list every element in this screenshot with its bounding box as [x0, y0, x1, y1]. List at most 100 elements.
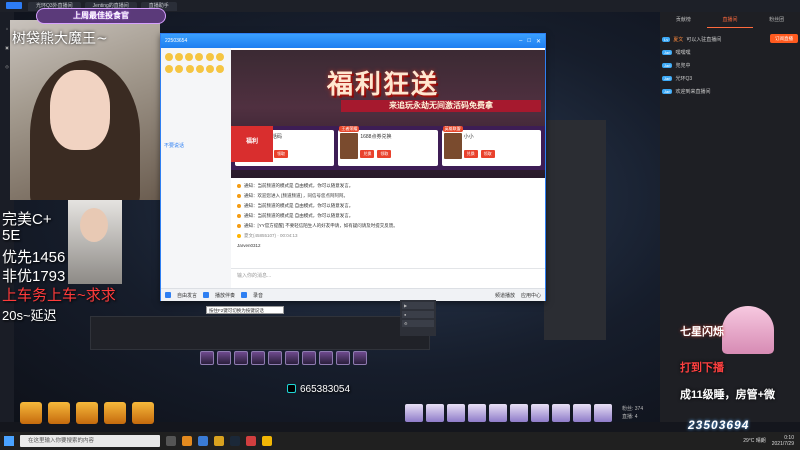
overlay-line: 优先1456	[2, 249, 66, 266]
message-list: 通知：当前频道的模式是 自由模式，你可以随意发言。 通知：欢迎您进入 [频道频道…	[231, 180, 545, 264]
skill-icon	[268, 351, 282, 365]
claim-button[interactable]: 领取	[274, 150, 288, 158]
gift-icon[interactable]	[594, 404, 612, 422]
message-input[interactable]: 输入你的消息...	[231, 268, 545, 288]
gift-icon[interactable]	[489, 404, 507, 422]
bottom-activity-icons	[20, 402, 154, 424]
window-title-id: 22503654	[165, 38, 188, 44]
obs-controls: ▶ ● ⚙	[400, 300, 436, 336]
gift-icon[interactable]	[468, 404, 486, 422]
sidebar-tabs: 贡献榜 直播间 粉丝团	[660, 12, 800, 28]
redeem-button[interactable]: 兑换	[463, 150, 478, 158]
obs-control-button[interactable]: ▶	[402, 302, 434, 309]
promo-banner[interactable]: 福利狂送 来追玩永劫无间激活码免费拿 永劫无间 永劫激活码 兑换领取 王者荣耀 …	[231, 50, 545, 178]
redeem-button[interactable]: 兑换	[360, 150, 375, 158]
skill-icon	[336, 351, 350, 365]
taskbar-app-icon[interactable]	[182, 436, 192, 446]
level-badge: Jarl	[662, 63, 673, 68]
promo-left-tag[interactable]: 福利	[231, 126, 273, 162]
app-logo	[4, 1, 24, 11]
gift-icon[interactable]	[405, 404, 423, 422]
user-name[interactable]: 夏文	[673, 36, 683, 43]
chat-message: Lv 夏文 可以入驻直播间	[662, 36, 798, 43]
gift-icon[interactable]	[552, 404, 570, 422]
emoji-icon[interactable]	[185, 53, 193, 61]
chat-text: 可以入驻直播间	[686, 37, 722, 43]
maximize-icon[interactable]: □	[527, 38, 531, 45]
emoji-icon[interactable]	[175, 65, 183, 73]
claim-button[interactable]: 领取	[377, 150, 392, 158]
emoji-icon[interactable]	[186, 65, 195, 73]
card-thumbnail	[443, 133, 462, 159]
message-item: 通知：当前频道的模式是 自由模式，你可以随意发言。	[237, 183, 539, 189]
record-icon[interactable]	[241, 292, 248, 298]
card-tag: 英雄联盟	[442, 126, 463, 132]
minimize-icon[interactable]: –	[519, 38, 522, 45]
window-titlebar: 22503654 – □ ✕	[161, 34, 545, 48]
taskbar-app-icon[interactable]	[198, 436, 208, 446]
record-button[interactable]: 录音	[253, 292, 263, 299]
emoji-icon[interactable]	[216, 53, 225, 61]
emoji-icon[interactable]	[196, 65, 205, 73]
top-banner: 上周最佳投食官	[36, 8, 166, 24]
taskbar-app-icon[interactable]	[246, 436, 256, 446]
gift-icon[interactable]	[447, 404, 465, 422]
chat-window: 22503654 – □ ✕ 不要说话 福利狂送 来追玩永劫无间激活码免费拿 永…	[160, 33, 546, 301]
emoji-icon[interactable]	[216, 65, 225, 73]
face-shape	[80, 208, 108, 242]
free-speak-button[interactable]: 自由发言	[177, 292, 197, 299]
message-item: Jarven0312	[237, 243, 539, 248]
activity-icon[interactable]	[104, 402, 126, 424]
taskbar-app-icon[interactable]	[214, 436, 224, 446]
windows-start-icon[interactable]	[4, 436, 14, 446]
taskbar-app-icon[interactable]	[230, 436, 240, 446]
chat-message: Jarl 欢迎到来直播间	[662, 88, 798, 95]
emoji-icon[interactable]	[165, 65, 173, 73]
message-text: 通知：欢迎您进入 [频道频道] ，同信号您点阿阿阿。	[244, 193, 348, 198]
taskbar-app-icon[interactable]	[262, 436, 272, 446]
obs-control-button[interactable]: ⚙	[402, 320, 434, 327]
activity-icon[interactable]	[20, 402, 42, 424]
accompany-button[interactable]: 播放伴奏	[215, 292, 235, 299]
gift-icon[interactable]	[531, 404, 549, 422]
promo-subtitle: 来追玩永劫无间激活码免费拿	[341, 100, 541, 112]
room-id: 665383054	[300, 384, 351, 395]
voice-icon[interactable]	[165, 292, 171, 298]
emoji-icon[interactable]	[195, 53, 203, 61]
activity-icon[interactable]	[132, 402, 154, 424]
music-icon[interactable]	[203, 292, 210, 298]
close-icon[interactable]: ✕	[536, 38, 541, 45]
emoji-icon[interactable]	[206, 65, 215, 73]
promo-card[interactable]: 英雄联盟 小小 兑换 领取	[441, 126, 541, 166]
obs-control-button[interactable]: ●	[402, 311, 434, 318]
room-stats: 粉丝: 374 直播: 4	[622, 405, 643, 421]
tab-live[interactable]: 直播间	[706, 12, 754, 28]
tab-contribution[interactable]: 贡献榜	[660, 12, 707, 28]
skill-icon	[285, 351, 299, 365]
emoji-icon[interactable]	[206, 53, 215, 61]
clock[interactable]: 0:10 2021/7/29	[772, 435, 794, 447]
skill-icon	[319, 351, 333, 365]
chat-message: Jarl 兜兜中	[662, 62, 798, 69]
emoji-icon[interactable]	[175, 53, 183, 61]
message-item: 夏文(45855107) · 00:04:13	[237, 233, 539, 239]
channel-play-button[interactable]: 频道播放	[495, 292, 515, 299]
tab-fans[interactable]: 粉丝团	[753, 12, 800, 28]
task-view-icon[interactable]	[166, 436, 176, 446]
gift-icon[interactable]	[426, 404, 444, 422]
overlay-line: 完美C+	[2, 211, 52, 228]
weather-text[interactable]: 29°C 晴朗	[743, 438, 766, 444]
taskbar-search[interactable]: 在这里输入你要搜索的内容	[20, 435, 160, 447]
app-center-button[interactable]: 应用中心	[521, 292, 541, 299]
gift-icon[interactable]	[510, 404, 528, 422]
activity-icon[interactable]	[48, 402, 70, 424]
message-meta: 夏文(45855107) · 00:04:13	[244, 233, 298, 238]
emoji-icon[interactable]	[165, 53, 173, 61]
tiktok-icon	[287, 384, 296, 393]
claim-button[interactable]: 领取	[480, 150, 495, 158]
overlay-line: 非优1793	[2, 268, 66, 285]
promo-card[interactable]: 王者荣耀 1688点券兑换 兑换 领取	[338, 126, 438, 166]
activity-icon[interactable]	[76, 402, 98, 424]
gift-icon[interactable]	[573, 404, 591, 422]
overlay-banner: 成11级睡，房管+微	[680, 389, 776, 401]
